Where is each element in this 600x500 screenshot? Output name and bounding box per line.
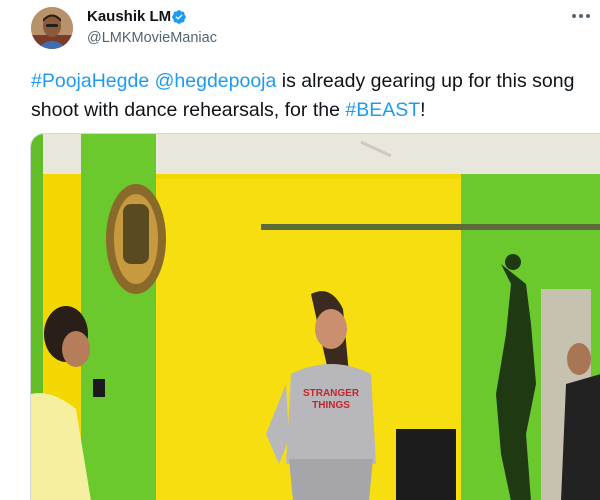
handle[interactable]: @LMKMovieManiac bbox=[87, 29, 217, 47]
hashtag-link[interactable]: #BEAST bbox=[345, 99, 420, 121]
verified-badge-icon bbox=[172, 10, 186, 24]
shirt-text: STRANGER bbox=[303, 388, 360, 399]
more-options-icon[interactable] bbox=[566, 6, 596, 26]
tweet-header: Kaushik LM @LMKMovieManiac bbox=[0, 0, 600, 60]
tweet-text-segment: ! bbox=[420, 99, 426, 121]
tweet-media[interactable]: STRANGER THINGS bbox=[30, 133, 600, 500]
tweet-text: #PoojaHegde @hegdepooja is already geari… bbox=[31, 67, 591, 125]
hashtag-link[interactable]: #PoojaHegde bbox=[31, 70, 149, 92]
display-name[interactable]: Kaushik LM bbox=[87, 8, 171, 26]
shirt-text: THINGS bbox=[312, 400, 350, 411]
avatar-image bbox=[31, 7, 73, 49]
mention-link[interactable]: @hegdepooja bbox=[155, 70, 277, 92]
avatar[interactable] bbox=[31, 7, 73, 49]
media-image: STRANGER THINGS bbox=[31, 134, 600, 500]
